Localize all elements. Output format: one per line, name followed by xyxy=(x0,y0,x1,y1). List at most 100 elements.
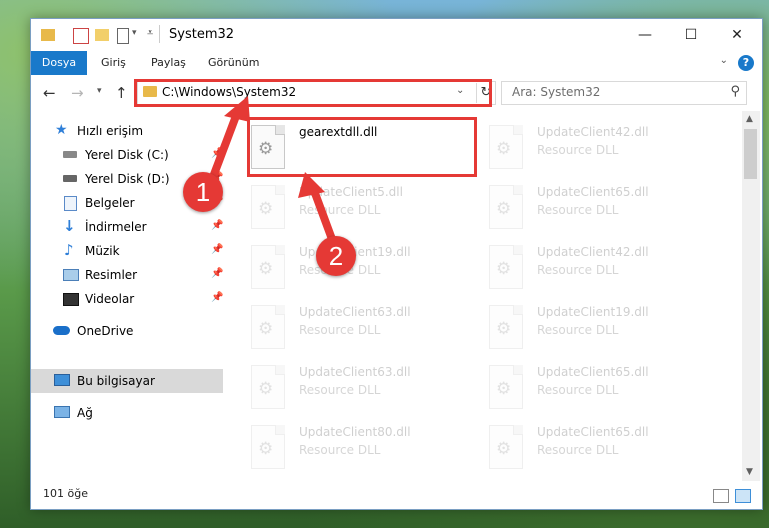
ribbon-tabs: Dosya Giriş Paylaş Görünüm ⌄ ? xyxy=(31,51,762,76)
sidebar-item-quick-access[interactable]: ★ Hızlı erişim xyxy=(31,119,223,143)
sidebar-item-label: Hızlı erişim xyxy=(77,124,144,138)
list-item[interactable]: ⚙ UpdateClient42.dll Resource DLL xyxy=(465,239,685,295)
tiles-view-icon[interactable] xyxy=(735,489,751,503)
tab-share[interactable]: Paylaş xyxy=(151,51,186,75)
new-folder-icon[interactable] xyxy=(95,29,109,41)
back-icon[interactable]: ← xyxy=(43,84,56,102)
file-type: Resource DLL xyxy=(299,323,381,337)
file-name: UpdateClient19.dll xyxy=(537,305,649,319)
pin-icon[interactable]: 📌 xyxy=(211,268,223,279)
sidebar-item-videos[interactable]: Videolar 📌 xyxy=(31,287,223,311)
gear-icon: ⚙ xyxy=(258,379,274,399)
list-item[interactable]: ⚙ UpdateClient65.dll Resource DLL xyxy=(465,179,685,235)
gear-icon: ⚙ xyxy=(496,439,512,459)
file-type: Resource DLL xyxy=(537,143,619,157)
file-name: UpdateClient80.dll xyxy=(299,425,411,439)
file-name: UpdateClient65.dll xyxy=(537,425,649,439)
sidebar-item-label: Yerel Disk (C:) xyxy=(85,148,169,162)
step-1-badge: 1 xyxy=(183,172,223,212)
drive-icon xyxy=(63,151,77,158)
details-view-icon[interactable] xyxy=(713,489,729,503)
sidebar-item-label: İndirmeler xyxy=(85,220,147,234)
item-count: 101 öğe xyxy=(43,487,88,500)
sidebar-item-this-pc[interactable]: Bu bilgisayar xyxy=(31,369,223,393)
minimize-button[interactable]: — xyxy=(622,19,668,51)
list-item[interactable]: ⚙ UpdateClient5.dll Resource DLL xyxy=(227,179,447,235)
network-icon xyxy=(54,406,70,418)
expand-ribbon-icon[interactable]: ⌄ xyxy=(720,55,728,66)
drive-icon xyxy=(63,175,77,182)
list-item[interactable]: ⚙ UpdateClient63.dll Resource DLL xyxy=(227,299,447,355)
list-item[interactable]: ⚙ UpdateClient65.dll Resource DLL xyxy=(465,419,685,475)
pin-icon[interactable]: 📌 xyxy=(211,292,223,303)
download-icon: ↓ xyxy=(63,217,76,235)
list-item[interactable]: ⚙ UpdateClient42.dll Resource DLL xyxy=(465,119,685,175)
customize-toolbar-icon[interactable] xyxy=(117,28,129,44)
list-item[interactable]: ⚙ UpdateClient19.dll Resource DLL xyxy=(465,299,685,355)
close-button[interactable]: ✕ xyxy=(714,19,760,51)
sidebar-item-music[interactable]: ♪ Müzik 📌 xyxy=(31,239,223,263)
pin-icon[interactable]: 📌 xyxy=(211,148,223,159)
forward-icon[interactable]: → xyxy=(71,84,84,102)
quick-access-menu-icon[interactable]: ⩡ xyxy=(147,26,153,40)
tab-file[interactable]: Dosya xyxy=(31,51,87,75)
help-icon[interactable]: ? xyxy=(738,55,754,71)
folder-icon xyxy=(41,29,55,41)
gear-icon: ⚙ xyxy=(496,319,512,339)
sidebar-item-label: Resimler xyxy=(85,268,138,282)
gear-icon: ⚙ xyxy=(496,199,512,219)
sidebar-item-downloads[interactable]: ↓ İndirmeler 📌 xyxy=(31,215,223,239)
scroll-down-icon[interactable]: ▼ xyxy=(746,467,753,477)
sidebar-item-network[interactable]: Ağ xyxy=(31,401,223,425)
computer-icon xyxy=(54,374,70,386)
recent-locations-icon[interactable]: ▾ xyxy=(97,86,102,96)
sidebar-item-label: Ağ xyxy=(77,406,93,420)
list-item[interactable]: ⚙ UpdateClient65.dll Resource DLL xyxy=(465,359,685,415)
file-type: Resource DLL xyxy=(537,323,619,337)
file-type: Resource DLL xyxy=(299,383,381,397)
file-name: UpdateClient5.dll xyxy=(299,185,403,199)
file-highlight-box xyxy=(247,117,477,177)
gear-icon: ⚙ xyxy=(258,439,274,459)
gear-icon: ⚙ xyxy=(258,259,274,279)
navigation-pane: ★ Hızlı erişim Yerel Disk (C:) 📌 Yerel D… xyxy=(31,111,225,481)
pin-icon[interactable]: 📌 xyxy=(211,244,223,255)
list-item[interactable]: ⚙ UpdateClient63.dll Resource DLL xyxy=(227,359,447,415)
search-placeholder: Ara: System32 xyxy=(512,85,601,99)
sidebar-item-disk-c[interactable]: Yerel Disk (C:) 📌 xyxy=(31,143,223,167)
scroll-thumb[interactable] xyxy=(744,129,757,179)
file-name: UpdateClient63.dll xyxy=(299,365,411,379)
title-divider xyxy=(159,25,160,43)
tab-view[interactable]: Görünüm xyxy=(208,51,259,75)
chevron-down-icon[interactable]: ▾ xyxy=(132,28,137,38)
sidebar-item-onedrive[interactable]: OneDrive xyxy=(31,319,223,343)
file-type: Resource DLL xyxy=(537,263,619,277)
search-input[interactable]: Ara: System32 ⚲ xyxy=(501,81,747,105)
search-icon[interactable]: ⚲ xyxy=(730,84,740,99)
gear-icon: ⚙ xyxy=(496,259,512,279)
file-name: UpdateClient65.dll xyxy=(537,365,649,379)
gear-icon: ⚙ xyxy=(258,319,274,339)
step-2-badge: 2 xyxy=(316,236,356,276)
properties-icon[interactable] xyxy=(73,28,89,44)
gear-icon: ⚙ xyxy=(496,379,512,399)
sidebar-item-label: Belgeler xyxy=(85,196,135,210)
file-type: Resource DLL xyxy=(537,383,619,397)
file-name: UpdateClient42.dll xyxy=(537,245,649,259)
scroll-up-icon[interactable]: ▲ xyxy=(746,114,753,124)
vertical-scrollbar[interactable]: ▲ ▼ xyxy=(742,111,760,481)
star-icon: ★ xyxy=(55,122,68,138)
file-name: UpdateClient63.dll xyxy=(299,305,411,319)
address-highlight-box xyxy=(134,79,492,107)
file-type: Resource DLL xyxy=(299,203,381,217)
documents-icon xyxy=(64,196,77,211)
up-icon[interactable]: ↑ xyxy=(115,84,128,102)
sidebar-item-label: Müzik xyxy=(85,244,120,258)
sidebar-item-label: OneDrive xyxy=(77,324,134,338)
tab-home[interactable]: Giriş xyxy=(101,51,126,75)
pin-icon[interactable]: 📌 xyxy=(211,220,223,231)
gear-icon: ⚙ xyxy=(496,139,512,159)
maximize-button[interactable]: ☐ xyxy=(668,19,714,51)
sidebar-item-pictures[interactable]: Resimler 📌 xyxy=(31,263,223,287)
list-item[interactable]: ⚙ UpdateClient80.dll Resource DLL xyxy=(227,419,447,475)
